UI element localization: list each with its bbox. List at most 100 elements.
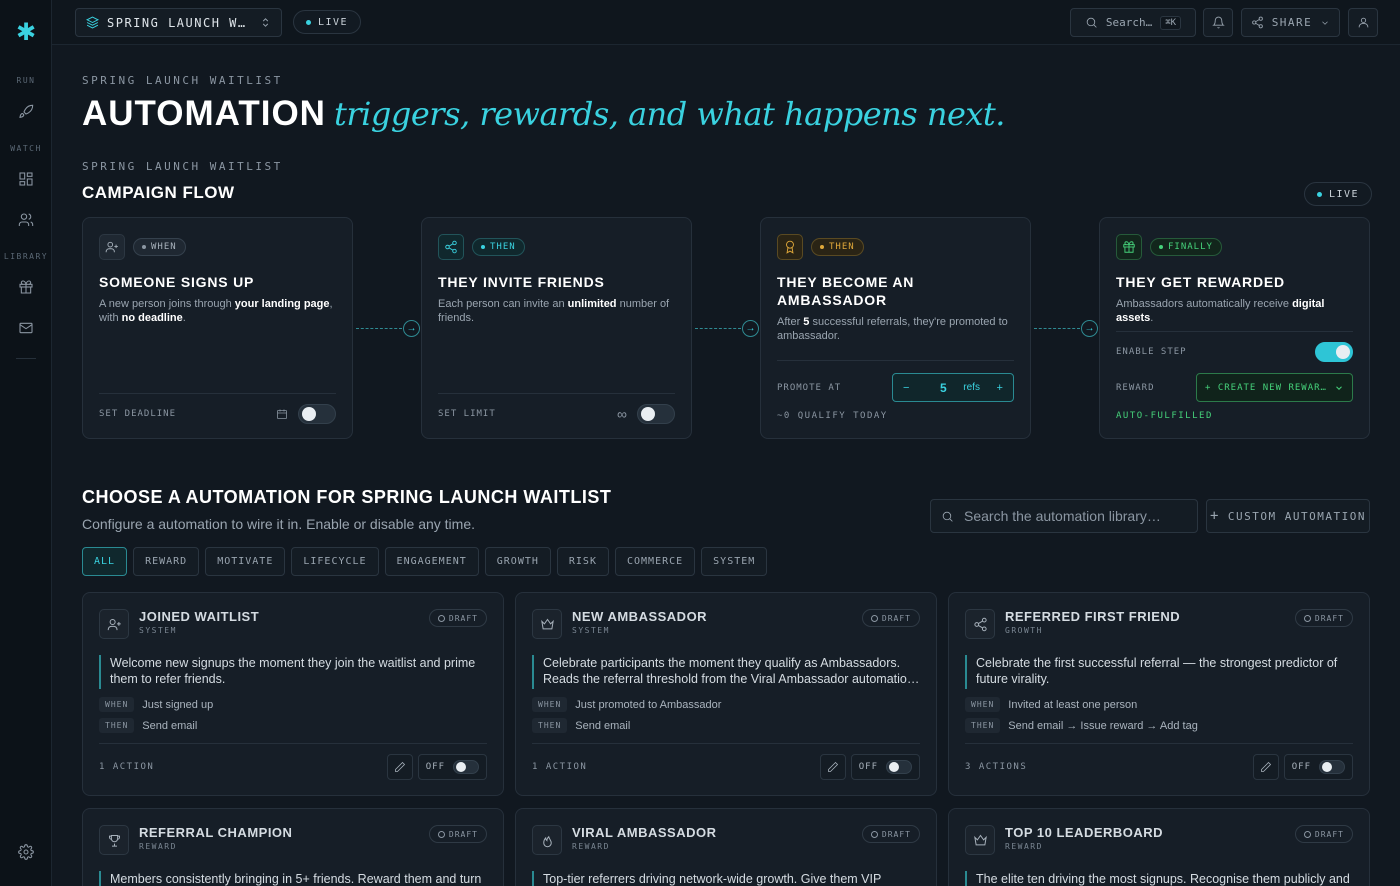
filter-motivate[interactable]: MOTIVATE bbox=[205, 547, 286, 576]
threshold-unit: refs bbox=[963, 382, 980, 393]
when-tag: WHEN bbox=[99, 697, 135, 712]
flow-card-desc: A new person joins through your landing … bbox=[99, 298, 333, 324]
finally-pill: FINALLY bbox=[1150, 238, 1222, 256]
bell-icon bbox=[1211, 16, 1225, 29]
pencil-icon bbox=[394, 761, 405, 772]
library-search-placeholder: Search the automation library… bbox=[964, 508, 1161, 524]
flow-card-desc: After 5 successful referrals, they're pr… bbox=[777, 316, 1008, 342]
reward-select[interactable]: + CREATE NEW REWARD… bbox=[1196, 373, 1353, 402]
crown-icon bbox=[965, 825, 995, 855]
dashboard-grid-icon[interactable] bbox=[16, 169, 36, 189]
filter-all[interactable]: ALL bbox=[82, 547, 128, 576]
search-shortcut: ⌘K bbox=[1160, 15, 1182, 30]
action-count: 1 ACTION bbox=[99, 762, 155, 772]
share-nodes-icon bbox=[438, 234, 464, 260]
enable-toggle[interactable]: OFF bbox=[850, 754, 920, 780]
automation-desc: Celebrate participants the moment they q… bbox=[532, 655, 920, 689]
decrement-button[interactable]: − bbox=[903, 382, 909, 394]
library-title: CHOOSE A AUTOMATION FOR SPRING LAUNCH WA… bbox=[82, 487, 612, 507]
edit-button[interactable] bbox=[819, 754, 846, 780]
arrow-right-icon: → bbox=[742, 320, 759, 337]
mail-icon[interactable] bbox=[16, 318, 36, 338]
filter-growth[interactable]: GROWTH bbox=[484, 547, 551, 576]
enable-toggle[interactable]: OFF bbox=[1283, 754, 1353, 780]
library-subtitle: Configure a automation to wire it in. En… bbox=[82, 516, 475, 532]
gift-icon[interactable] bbox=[16, 277, 36, 297]
toggle-state-label: OFF bbox=[1291, 762, 1311, 772]
automation-title: JOINED WAITLIST bbox=[139, 609, 260, 624]
toggle-state-label: OFF bbox=[425, 762, 445, 772]
automation-card-referral-champion[interactable]: REFERRAL CHAMPION REWARD DRAFT Members co… bbox=[82, 808, 504, 886]
draft-badge: DRAFT bbox=[861, 609, 920, 627]
filter-lifecycle[interactable]: LIFECYCLE bbox=[291, 547, 379, 576]
toggle-switch[interactable] bbox=[886, 760, 912, 774]
toggle-state-label: OFF bbox=[858, 762, 878, 772]
enable-step-toggle[interactable] bbox=[1315, 342, 1353, 362]
page-eyebrow: SPRING LAUNCH WAITLIST bbox=[82, 74, 283, 87]
automation-card-new-ambassador[interactable]: NEW AMBASSADOR SYSTEM DRAFT Celebrate par… bbox=[515, 592, 937, 796]
draft-badge: DRAFT bbox=[428, 825, 487, 843]
then-tag: THEN bbox=[532, 718, 568, 733]
automation-title: REFERRAL CHAMPION bbox=[139, 825, 293, 840]
share-nodes-icon bbox=[965, 609, 995, 639]
draft-badge: DRAFT bbox=[1294, 825, 1353, 843]
page-title-main: AUTOMATION bbox=[82, 94, 326, 133]
user-account-button[interactable] bbox=[1348, 8, 1378, 37]
automation-card-referred-first-friend[interactable]: REFERRED FIRST FRIEND GROWTH DRAFT Celebr… bbox=[948, 592, 1370, 796]
threshold-value: 5 bbox=[940, 380, 947, 395]
toggle-switch[interactable] bbox=[453, 760, 479, 774]
share-button[interactable]: SHARE bbox=[1241, 8, 1340, 37]
automation-card-top-10-leaderboard[interactable]: TOP 10 LEADERBOARD REWARD DRAFT The elite… bbox=[948, 808, 1370, 886]
edit-button[interactable] bbox=[1252, 754, 1279, 780]
filter-engagement[interactable]: ENGAGEMENT bbox=[384, 547, 479, 576]
project-selector[interactable]: SPRING LAUNCH WAI… bbox=[75, 8, 282, 37]
search-icon bbox=[942, 511, 953, 522]
flow-title: CAMPAIGN FLOW bbox=[82, 183, 235, 202]
edit-button[interactable] bbox=[386, 754, 413, 780]
sidebar-section-library: LIBRARY bbox=[3, 252, 49, 261]
filter-reward[interactable]: REWARD bbox=[133, 547, 200, 576]
limit-toggle[interactable] bbox=[637, 404, 675, 424]
global-search-button[interactable]: Search… ⌘K bbox=[1070, 8, 1196, 37]
draft-badge: DRAFT bbox=[861, 825, 920, 843]
flow-eyebrow: SPRING LAUNCH WAITLIST bbox=[82, 160, 283, 173]
notifications-button[interactable] bbox=[1203, 8, 1233, 37]
custom-automation-button[interactable]: + CUSTOM AUTOMATION bbox=[1206, 499, 1370, 533]
plus-icon: + bbox=[1209, 508, 1220, 524]
flow-live-label: LIVE bbox=[1329, 188, 1360, 200]
filter-risk[interactable]: RISK bbox=[556, 547, 609, 576]
toggle-switch[interactable] bbox=[1319, 760, 1345, 774]
filter-commerce[interactable]: COMMERCE bbox=[614, 547, 696, 576]
referral-threshold-stepper[interactable]: − 5 refs + bbox=[892, 373, 1014, 402]
automation-title: VIRAL AMBASSADOR bbox=[572, 825, 717, 840]
automation-desc: Top-tier referrers driving network-wide … bbox=[532, 871, 920, 886]
automation-desc: Welcome new signups the moment they join… bbox=[99, 655, 487, 689]
user-icon bbox=[1358, 17, 1368, 28]
increment-button[interactable]: + bbox=[997, 382, 1003, 394]
enable-toggle[interactable]: OFF bbox=[417, 754, 487, 780]
rocket-icon[interactable] bbox=[16, 102, 36, 122]
page-title-italic: triggers, rewards, and what happens next… bbox=[333, 95, 1005, 133]
reward-label: REWARD bbox=[1116, 382, 1155, 393]
deadline-toggle[interactable] bbox=[298, 404, 336, 424]
flow-card-desc: Each person can invite an unlimited numb… bbox=[438, 298, 670, 324]
filter-system[interactable]: SYSTEM bbox=[701, 547, 768, 576]
sidebar: ✱ RUN WATCH LIBRARY bbox=[0, 0, 52, 886]
automation-category: REWARD bbox=[139, 842, 177, 851]
global-search-label: Search… bbox=[1105, 16, 1153, 29]
sidebar-divider bbox=[16, 358, 36, 359]
set-limit-label: SET LIMIT bbox=[438, 409, 496, 419]
logo-asterisk-icon[interactable]: ✱ bbox=[14, 20, 38, 46]
draft-badge: DRAFT bbox=[428, 609, 487, 627]
then-pill: THEN bbox=[811, 238, 864, 256]
automation-card-viral-ambassador[interactable]: VIRAL AMBASSADOR REWARD DRAFT Top-tier re… bbox=[515, 808, 937, 886]
users-icon[interactable] bbox=[16, 210, 36, 230]
automation-card-joined-waitlist[interactable]: JOINED WAITLIST SYSTEM DRAFT Welcome new … bbox=[82, 592, 504, 796]
settings-gear-icon[interactable] bbox=[16, 842, 36, 862]
action-count: 3 ACTIONS bbox=[965, 762, 1028, 772]
library-search-input[interactable]: Search the automation library… bbox=[930, 499, 1198, 533]
automation-category: REWARD bbox=[572, 842, 610, 851]
flow-connector bbox=[1034, 328, 1080, 329]
user-plus-icon bbox=[99, 234, 125, 260]
search-icon bbox=[1086, 17, 1097, 28]
